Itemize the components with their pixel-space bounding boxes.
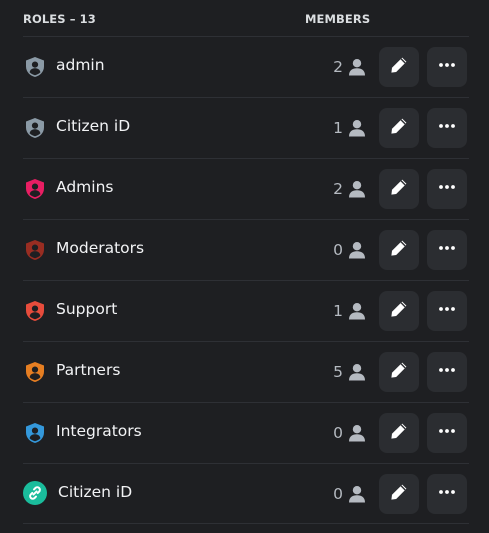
more-options-icon — [437, 421, 457, 445]
pencil-icon — [389, 177, 409, 201]
member-count-value: 1 — [333, 302, 343, 320]
member-count: 0 — [329, 238, 367, 262]
more-options-button[interactable] — [427, 169, 467, 209]
more-options-icon — [437, 116, 457, 140]
role-row-7[interactable]: Integrators 0 — [23, 402, 469, 463]
edit-role-button[interactable] — [379, 47, 419, 87]
more-options-button[interactable] — [427, 413, 467, 453]
link-icon — [23, 481, 47, 505]
person-icon — [347, 118, 367, 138]
member-count: 0 — [329, 421, 367, 445]
roles-panel: ROLES – 13 MEMBERS admin 2 Citizen iD 1 … — [0, 0, 489, 533]
edit-role-button[interactable] — [379, 291, 419, 331]
member-count: 5 — [329, 360, 367, 384]
member-count: 1 — [329, 299, 367, 323]
edit-role-button[interactable] — [379, 474, 419, 514]
member-count-value: 0 — [333, 424, 343, 442]
pencil-icon — [389, 116, 409, 140]
role-name: Support — [56, 300, 118, 318]
more-options-icon — [437, 177, 457, 201]
more-options-icon — [437, 360, 457, 384]
edit-role-button[interactable] — [379, 169, 419, 209]
role-name: Partners — [56, 361, 121, 379]
person-icon — [347, 240, 367, 260]
member-count: 2 — [329, 55, 367, 79]
person-icon — [347, 362, 367, 382]
role-row-3[interactable]: Admins 2 — [23, 158, 469, 219]
more-options-icon — [437, 55, 457, 79]
member-count-value: 2 — [333, 58, 343, 76]
members-column-heading: MEMBERS — [305, 12, 371, 26]
pencil-icon — [389, 360, 409, 384]
member-count: 2 — [329, 177, 367, 201]
shield-person-icon — [24, 361, 46, 383]
edit-role-button[interactable] — [379, 108, 419, 148]
shield-person-icon — [24, 56, 46, 78]
more-options-icon — [437, 299, 457, 323]
more-options-button[interactable] — [427, 291, 467, 331]
pencil-icon — [389, 482, 409, 506]
role-name: Citizen iD — [56, 117, 131, 135]
pencil-icon — [389, 238, 409, 262]
more-options-button[interactable] — [427, 352, 467, 392]
member-count-value: 1 — [333, 119, 343, 137]
role-row-1[interactable]: admin 2 — [23, 36, 469, 97]
member-count-value: 5 — [333, 363, 343, 381]
member-count-value: 0 — [333, 485, 343, 503]
edit-role-button[interactable] — [379, 230, 419, 270]
person-icon — [347, 57, 367, 77]
more-options-icon — [437, 482, 457, 506]
shield-person-icon — [24, 239, 46, 261]
member-count: 0 — [329, 482, 367, 506]
pencil-icon — [389, 299, 409, 323]
roles-table-header: ROLES – 13 MEMBERS — [23, 12, 469, 28]
role-row-2[interactable]: Citizen iD 1 — [23, 97, 469, 158]
roles-count-heading: ROLES – 13 — [23, 12, 96, 26]
shield-person-icon — [24, 178, 46, 200]
role-row-8[interactable]: Citizen iD 0 — [23, 463, 469, 524]
role-name: Moderators — [56, 239, 145, 257]
member-count-value: 0 — [333, 241, 343, 259]
more-options-button[interactable] — [427, 230, 467, 270]
role-name: Citizen iD — [58, 483, 133, 501]
role-name: Integrators — [56, 422, 142, 440]
more-options-button[interactable] — [427, 474, 467, 514]
person-icon — [347, 179, 367, 199]
person-icon — [347, 301, 367, 321]
member-count: 1 — [329, 116, 367, 140]
role-name: admin — [56, 56, 105, 74]
more-options-button[interactable] — [427, 108, 467, 148]
edit-role-button[interactable] — [379, 413, 419, 453]
role-row-5[interactable]: Support 1 — [23, 280, 469, 341]
edit-role-button[interactable] — [379, 352, 419, 392]
role-list: admin 2 Citizen iD 1 Admins 2 Moderators… — [23, 36, 469, 524]
shield-person-icon — [24, 300, 46, 322]
more-options-icon — [437, 238, 457, 262]
person-icon — [347, 484, 367, 504]
more-options-button[interactable] — [427, 47, 467, 87]
shield-person-icon — [24, 422, 46, 444]
role-name: Admins — [56, 178, 114, 196]
role-row-4[interactable]: Moderators 0 — [23, 219, 469, 280]
pencil-icon — [389, 421, 409, 445]
shield-person-icon — [24, 117, 46, 139]
pencil-icon — [389, 55, 409, 79]
person-icon — [347, 423, 367, 443]
role-row-6[interactable]: Partners 5 — [23, 341, 469, 402]
member-count-value: 2 — [333, 180, 343, 198]
